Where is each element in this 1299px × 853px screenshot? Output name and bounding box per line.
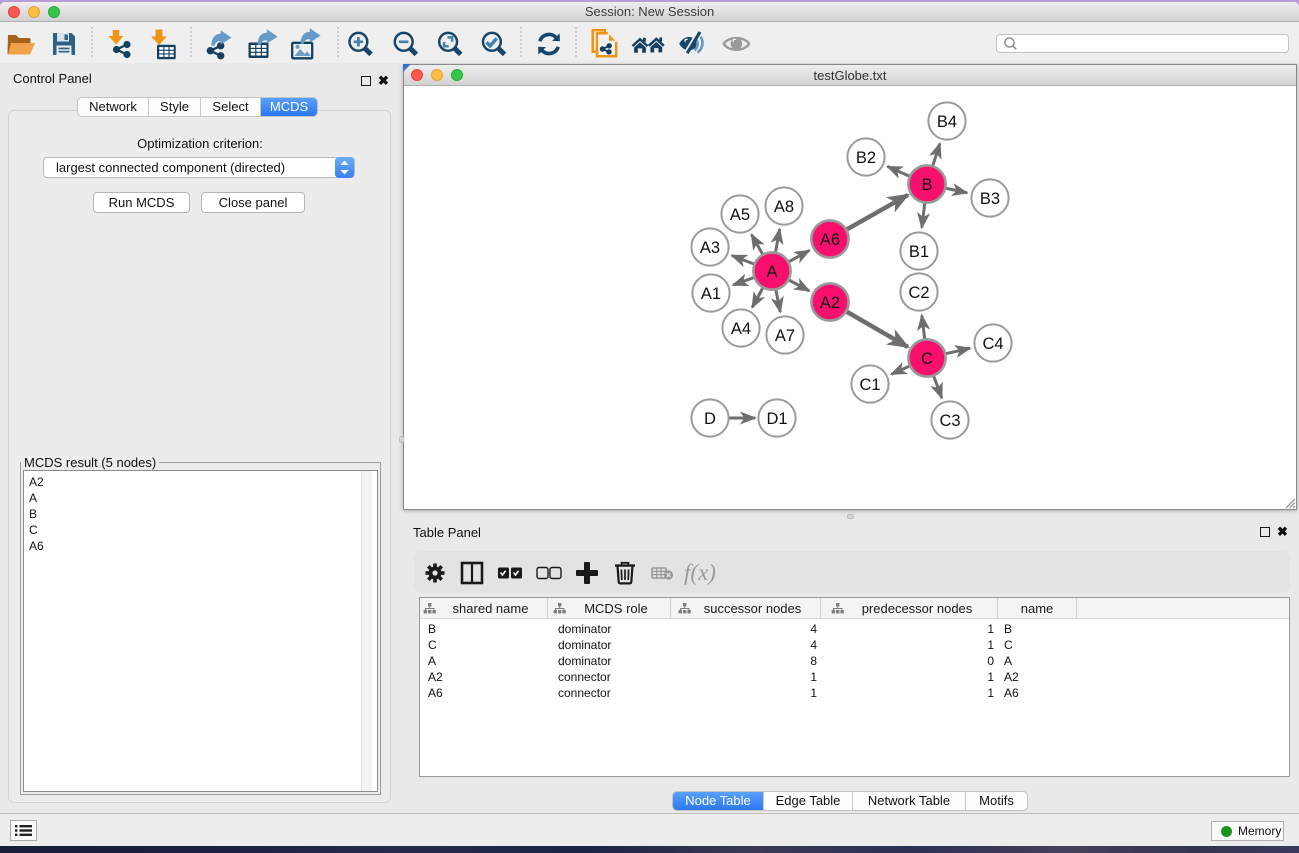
svg-text:A: A bbox=[766, 263, 777, 281]
svg-text:B: B bbox=[921, 176, 932, 194]
svg-text:C2: C2 bbox=[908, 284, 929, 302]
svg-text:B3: B3 bbox=[980, 190, 1000, 208]
svg-text:A4: A4 bbox=[731, 320, 751, 338]
svg-text:D: D bbox=[704, 410, 716, 428]
svg-text:A6: A6 bbox=[820, 231, 840, 249]
svg-text:A8: A8 bbox=[774, 198, 794, 216]
svg-text:C1: C1 bbox=[859, 376, 880, 394]
svg-text:A3: A3 bbox=[700, 239, 720, 257]
svg-text:C4: C4 bbox=[982, 335, 1003, 353]
svg-text:A1: A1 bbox=[701, 285, 721, 303]
svg-text:C3: C3 bbox=[939, 412, 960, 430]
svg-text:C: C bbox=[921, 350, 933, 368]
svg-text:f(x): f(x) bbox=[684, 560, 716, 585]
svg-text:A7: A7 bbox=[775, 327, 795, 345]
svg-text:B2: B2 bbox=[856, 149, 876, 167]
svg-text:A2: A2 bbox=[820, 294, 840, 312]
svg-text:B1: B1 bbox=[909, 243, 929, 261]
svg-text:D1: D1 bbox=[766, 410, 787, 428]
svg-text:A5: A5 bbox=[730, 206, 750, 224]
svg-text:B4: B4 bbox=[937, 113, 957, 131]
